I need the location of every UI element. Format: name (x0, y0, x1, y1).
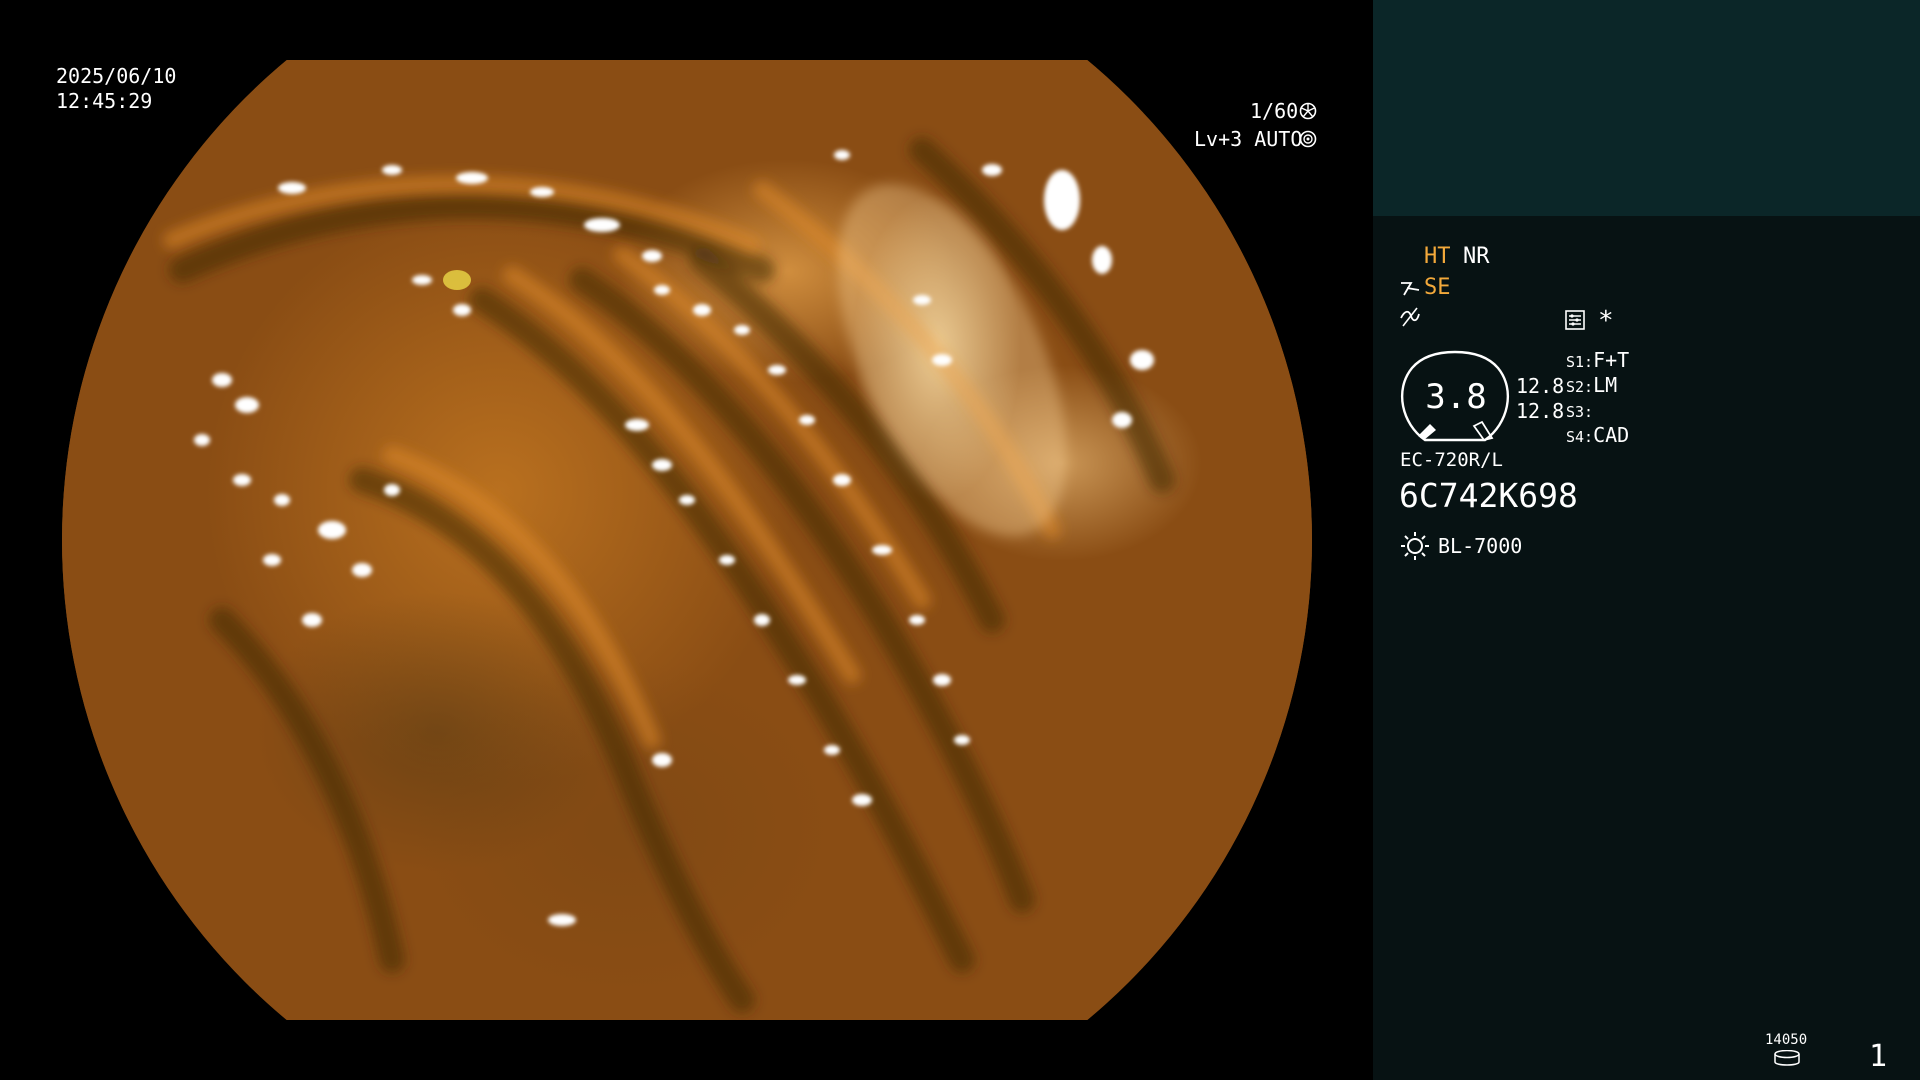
iris-icon (1299, 130, 1317, 148)
light-source-model: BL-7000 (1438, 534, 1523, 558)
shutter-icon (1299, 102, 1317, 120)
osd-time: 12:45:29 (56, 89, 153, 113)
switch-key: S2: (1566, 378, 1594, 396)
switch-key: S1: (1566, 353, 1594, 371)
asterisk-icon: * (1598, 306, 1614, 336)
zoom-value: 3.8 (1425, 377, 1487, 417)
osd-shutter-speed: 1/60 (1250, 99, 1299, 123)
switch-value: CAD (1593, 423, 1630, 447)
ht-indicator: HT (1424, 244, 1451, 269)
endoscopic-image (62, 60, 1312, 1020)
nr-indicator: NR (1463, 244, 1490, 269)
scope-model: EC-720R/L (1400, 449, 1503, 471)
se-indicator: SE (1424, 275, 1451, 300)
page-number: 1 (1869, 1039, 1888, 1074)
switch-list: S1:F+T S2:LM S3: S4:CAD (1566, 348, 1629, 448)
switch-value: LM (1593, 373, 1618, 397)
storage-count: 14050 (1765, 1032, 1808, 1048)
endoscope-video-area: 2025/06/10 12:45:29 1/60 Lv+3 AUTO (0, 0, 1372, 1080)
osd-light-level-mode: Lv+3 AUTO (1194, 127, 1303, 151)
switch-row: S1:F+T (1566, 348, 1629, 373)
switch-key: S4: (1566, 428, 1594, 446)
scope-angle-icon (1401, 282, 1420, 296)
scope-serial-number: 6C742K698 (1399, 476, 1578, 515)
switch-value: F+T (1593, 348, 1630, 372)
osd-date: 2025/06/10 (56, 64, 177, 88)
mucosa-texture (163, 137, 1175, 1013)
switch-key: S3: (1566, 403, 1594, 421)
switch-row: S2:LM (1566, 373, 1629, 398)
switch-row: S3: (1566, 398, 1629, 423)
panel-header-area (1373, 0, 1920, 216)
switch-row: S4:CAD (1566, 423, 1629, 448)
wave-icon (1400, 307, 1420, 327)
disk-icon (1774, 1050, 1800, 1066)
value-a: 12.8 (1516, 374, 1565, 398)
value-b: 12.8 (1516, 399, 1565, 423)
settings-list-icon (1565, 310, 1585, 330)
light-source-icon (1401, 532, 1429, 560)
info-panel: HT NR SE * 3.8 12.8 12.8 S1:F+T S2:LM S3… (1373, 0, 1920, 1080)
